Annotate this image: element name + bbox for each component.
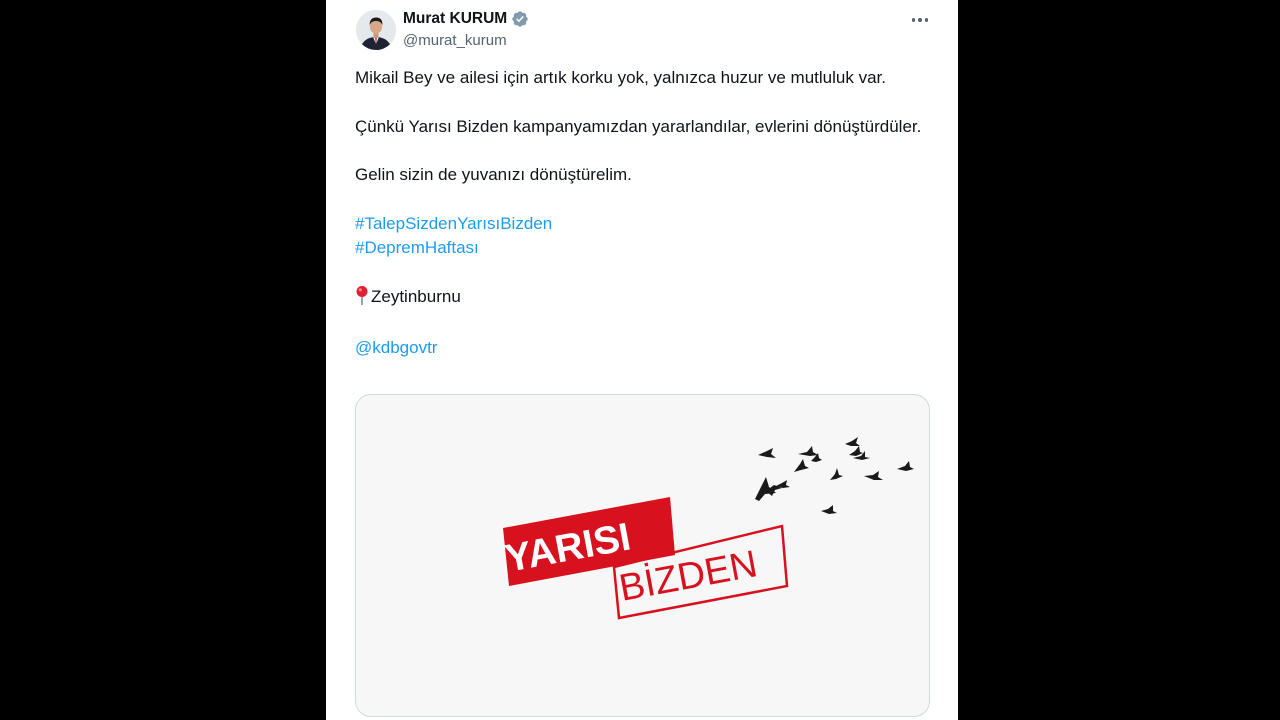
media-image[interactable]: YARISI BİZDEN xyxy=(355,394,930,717)
avatar-image xyxy=(356,10,396,50)
location-line: Zeytinburnu xyxy=(355,285,925,313)
more-options-icon[interactable] xyxy=(910,12,930,28)
author-handle[interactable]: @murat_kurum xyxy=(403,32,507,49)
tweet-paragraph: Çünkü Yarısı Bizden kampanyamızdan yarar… xyxy=(355,116,922,136)
tweet-text: Mikail Bey ve ailesi için artık korku yo… xyxy=(355,66,925,361)
author-display-name[interactable]: Murat KURUM xyxy=(403,10,507,28)
birds-decoration xyxy=(755,437,914,514)
location-text: Zeytinburnu xyxy=(371,286,461,306)
yarisi-bizden-logo: YARISI BİZDEN xyxy=(502,437,914,620)
round-pushpin-icon xyxy=(355,285,369,313)
hashtag-link[interactable]: #DepremHaftası xyxy=(355,238,479,257)
author-name-row[interactable]: Murat KURUM xyxy=(403,10,529,28)
tweet-paragraph: Mikail Bey ve ailesi için artık korku yo… xyxy=(355,68,886,87)
hashtag-link[interactable]: #TalepSizdenYarısıBizden xyxy=(355,214,552,233)
mention-link[interactable]: @kdbgovtr xyxy=(355,338,437,357)
verified-badge-icon xyxy=(511,10,529,28)
tweet-paragraph: Gelin sizin de yuvanızı dönüştürelim. xyxy=(355,165,632,184)
tweet-card: Murat KURUM @murat_kurum Mikail Bey ve a… xyxy=(326,0,958,720)
avatar[interactable] xyxy=(356,10,396,50)
